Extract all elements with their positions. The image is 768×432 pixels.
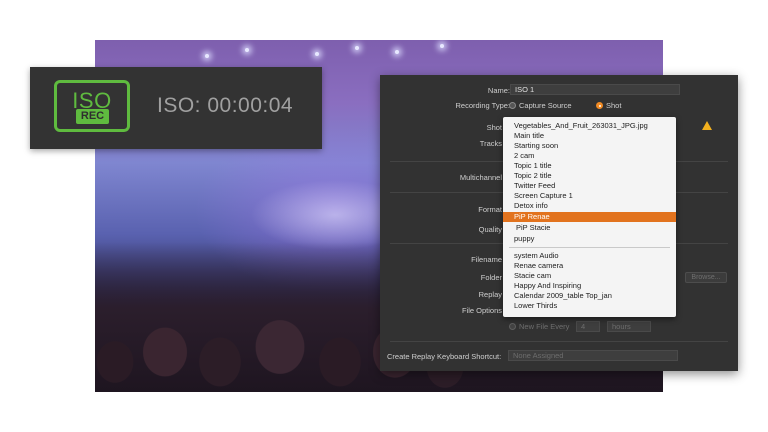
quality-label: Quality bbox=[478, 225, 502, 234]
menu-item[interactable]: Twitter Feed bbox=[503, 181, 676, 191]
menu-item[interactable]: 2 cam bbox=[503, 151, 676, 161]
new-file-unit-select[interactable]: hours bbox=[607, 321, 651, 332]
iso-rec-icon: ISO REC bbox=[54, 80, 130, 132]
folder-label: Folder bbox=[480, 273, 502, 282]
menu-item[interactable]: Main title bbox=[503, 131, 676, 141]
menu-item[interactable]: puppy bbox=[503, 234, 676, 244]
menu-item[interactable]: Screen Capture 1 bbox=[503, 191, 676, 201]
menu-item[interactable]: Stacie cam bbox=[503, 271, 676, 281]
menu-item[interactable]: Calendar 2009_table Top_jan bbox=[503, 291, 676, 301]
menu-item[interactable]: Detox info bbox=[503, 201, 676, 211]
menu-item[interactable]: PiP Stacie bbox=[503, 223, 676, 233]
shot-option-label: Shot bbox=[606, 101, 622, 110]
rec-chip: REC bbox=[76, 109, 109, 124]
menu-item[interactable]: Topic 2 title bbox=[503, 171, 676, 181]
menu-item[interactable]: Happy And Inspiring bbox=[503, 281, 676, 291]
stage-light bbox=[395, 50, 399, 54]
name-field[interactable]: ISO 1 bbox=[510, 84, 680, 95]
menu-item[interactable]: Renae camera bbox=[503, 261, 676, 271]
new-file-every-input[interactable]: 4 bbox=[576, 321, 600, 332]
menu-item[interactable]: Lower Thirds bbox=[503, 301, 676, 311]
menu-item-selected[interactable]: PiP Renae bbox=[503, 212, 676, 222]
format-label: Format bbox=[478, 205, 502, 214]
replay-label: Replay bbox=[478, 290, 502, 299]
tracks-label: Tracks bbox=[479, 139, 502, 148]
capture-source-radio[interactable] bbox=[509, 102, 516, 109]
shot-dropdown-menu: Vegetables_And_Fruit_263031_JPG.jpg Main… bbox=[503, 117, 676, 317]
stage-light bbox=[440, 44, 444, 48]
shot-radio[interactable] bbox=[596, 102, 603, 109]
stage-light bbox=[205, 54, 209, 58]
filename-label: Filename bbox=[471, 255, 502, 264]
menu-separator bbox=[509, 247, 670, 248]
menu-item[interactable]: system Audio bbox=[503, 251, 676, 261]
shortcut-select[interactable]: None Assigned bbox=[508, 350, 678, 361]
stage-light bbox=[315, 52, 319, 56]
new-file-every-radio[interactable] bbox=[509, 323, 516, 330]
menu-item[interactable]: Topic 1 title bbox=[503, 161, 676, 171]
menu-item[interactable]: Vegetables_And_Fruit_263031_JPG.jpg bbox=[503, 121, 676, 131]
menu-item[interactable]: Starting soon bbox=[503, 141, 676, 151]
iso-timer: ISO: 00:00:04 bbox=[157, 94, 294, 117]
browse-button[interactable]: Browse... bbox=[685, 272, 727, 283]
shot-label: Shot bbox=[486, 123, 502, 132]
file-options-label: File Options bbox=[461, 306, 502, 315]
new-file-every-label: New File Every bbox=[519, 322, 570, 331]
warning-icon bbox=[702, 121, 712, 130]
stage-light bbox=[355, 46, 359, 50]
multichannel-label: Multichannel bbox=[459, 173, 502, 182]
shortcut-label: Create Replay Keyboard Shortcut: bbox=[387, 352, 502, 361]
name-label: Name: bbox=[487, 86, 510, 95]
divider bbox=[390, 341, 728, 342]
iso-status-panel: ISO REC ISO: 00:00:04 bbox=[30, 67, 322, 149]
stage-light bbox=[245, 48, 249, 52]
recording-type-label: Recording Type: bbox=[455, 101, 510, 110]
capture-source-label: Capture Source bbox=[519, 101, 572, 110]
